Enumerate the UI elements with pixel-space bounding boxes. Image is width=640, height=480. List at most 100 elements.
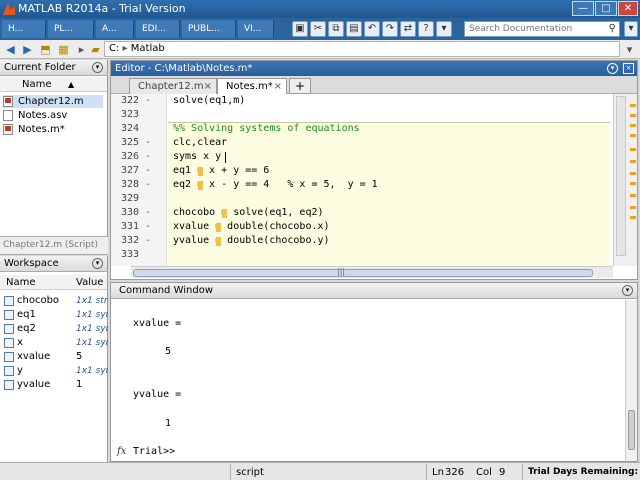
- warning-marker[interactable]: [630, 194, 636, 197]
- warning-marker[interactable]: [630, 148, 636, 151]
- workspace-row[interactable]: y 1x1 sym: [0, 364, 108, 378]
- panel-actions-icon[interactable]: ▾: [92, 62, 103, 73]
- warning-marker[interactable]: [630, 124, 636, 127]
- dropdown-icon[interactable]: ▾: [436, 21, 452, 37]
- workspace-row[interactable]: eq1 1x1 sym: [0, 308, 108, 322]
- file-notes-m[interactable]: Notes.m*: [3, 123, 103, 136]
- tab-apps[interactable]: A...: [96, 20, 134, 38]
- tab-home[interactable]: H...: [2, 20, 46, 38]
- path-dropdown-icon[interactable]: ▾: [622, 42, 637, 57]
- close-panel-icon[interactable]: ×: [623, 63, 634, 74]
- panel-actions-icon[interactable]: ▾: [607, 63, 618, 74]
- sort-ascending-icon[interactable]: ▲: [68, 77, 74, 92]
- breakpoint-marker[interactable]: -: [145, 234, 151, 248]
- editor-vertical-scrollbar[interactable]: [613, 94, 637, 266]
- filter-icon[interactable]: ▾: [624, 21, 638, 37]
- details-panel[interactable]: Chapter12.m (Script): [0, 236, 108, 255]
- workspace-row[interactable]: eq2 1x1 sym: [0, 322, 108, 336]
- breakpoint-marker[interactable]: -: [145, 150, 151, 164]
- copy-icon[interactable]: ⧉: [328, 21, 344, 37]
- code-line[interactable]: eq2 = x - y == 4 % x = 5, y = 1: [173, 178, 378, 192]
- tab-notes[interactable]: Notes.m* ×: [217, 78, 287, 94]
- warning-marker[interactable]: [630, 104, 636, 107]
- breakpoint-marker[interactable]: -: [145, 136, 151, 150]
- panel-actions-icon[interactable]: ▾: [622, 285, 633, 296]
- command-window-title: Command Window: [119, 285, 214, 296]
- help-icon[interactable]: ?: [418, 21, 434, 37]
- column-value[interactable]: Value: [76, 275, 103, 290]
- warning-marker[interactable]: [630, 172, 636, 175]
- tab-chapter12[interactable]: Chapter12.m ×: [129, 78, 217, 94]
- code-line[interactable]: xvalue = double(chocobo.x): [173, 220, 330, 234]
- status-col-number: 9: [499, 467, 506, 478]
- current-folder-column-header[interactable]: Name ▲: [0, 77, 107, 92]
- new-tab-button[interactable]: +: [289, 78, 311, 94]
- paste-icon[interactable]: ▤: [346, 21, 362, 37]
- scroll-track[interactable]: [616, 96, 626, 256]
- current-path-field[interactable]: C: ▸ Matlab: [104, 41, 620, 57]
- line-number: 332: [120, 235, 139, 246]
- editor-horizontal-scrollbar[interactable]: |||: [131, 266, 613, 278]
- column-name[interactable]: Name: [22, 77, 52, 92]
- breakpoint-marker[interactable]: -: [145, 220, 151, 234]
- workspace-row[interactable]: xvalue 5: [0, 350, 108, 364]
- code-line[interactable]: yvalue = double(chocobo.y): [173, 234, 330, 248]
- panel-actions-icon[interactable]: ▾: [92, 258, 103, 269]
- warning-marker[interactable]: [630, 206, 636, 209]
- forward-arrow-icon[interactable]: ▶: [20, 42, 35, 57]
- function-browser-icon[interactable]: fx: [117, 445, 126, 459]
- maximize-button[interactable]: □: [595, 1, 617, 16]
- breakpoint-marker[interactable]: -: [145, 94, 151, 108]
- switch-windows-icon[interactable]: ⇄: [400, 21, 416, 37]
- m-file-icon: [3, 96, 13, 107]
- warning-underline-marker: [216, 237, 221, 246]
- code-line[interactable]: chocobo = solve(eq1, eq2): [173, 206, 324, 220]
- back-arrow-icon[interactable]: ◀: [3, 42, 18, 57]
- path-arrow-icon[interactable]: ▸: [74, 42, 89, 57]
- command-prompt[interactable]: Trial>>: [133, 445, 175, 459]
- tab-view[interactable]: VI...: [238, 20, 274, 38]
- file-notes-asv[interactable]: Notes.asv: [3, 109, 103, 122]
- undo-icon[interactable]: ↶: [364, 21, 380, 37]
- file-chapter12[interactable]: Chapter12.m: [3, 95, 103, 108]
- workspace-row[interactable]: chocobo 1x1 struct: [0, 294, 108, 308]
- redo-icon[interactable]: ↷: [382, 21, 398, 37]
- code-line[interactable]: syms x y: [173, 150, 221, 164]
- code-line[interactable]: solve(eq1,m): [173, 94, 245, 108]
- breakpoint-marker[interactable]: -: [145, 164, 151, 178]
- breakpoint-marker[interactable]: -: [145, 206, 151, 220]
- warning-marker[interactable]: [630, 216, 636, 219]
- warning-marker[interactable]: [630, 182, 636, 185]
- browse-folder-icon[interactable]: ▦: [56, 42, 71, 57]
- current-folder-title: Current Folder: [4, 62, 76, 73]
- save-icon[interactable]: ▣: [292, 21, 308, 37]
- warning-underline-marker: [198, 181, 203, 190]
- details-text: Chapter12.m (Script): [3, 240, 99, 250]
- warning-marker[interactable]: [630, 134, 636, 137]
- code-line[interactable]: eq1 = x + y == 6: [173, 164, 269, 178]
- workspace-column-header[interactable]: Name Value: [0, 275, 107, 290]
- workspace-row[interactable]: x 1x1 sym: [0, 336, 108, 350]
- tab-editor[interactable]: EDI...: [136, 20, 180, 38]
- search-documentation-input[interactable]: Search Documentation ⚲: [464, 21, 620, 37]
- matlab-logo-icon: [3, 3, 15, 15]
- tab-plots[interactable]: PL...: [48, 20, 94, 38]
- warning-marker[interactable]: [630, 160, 636, 163]
- minimize-button[interactable]: —: [572, 1, 594, 16]
- breakpoint-marker[interactable]: -: [145, 178, 151, 192]
- close-tab-icon[interactable]: ×: [274, 79, 282, 94]
- warning-marker[interactable]: [630, 114, 636, 117]
- code-line[interactable]: clc,clear: [173, 136, 227, 150]
- column-name[interactable]: Name: [6, 275, 36, 290]
- search-icon[interactable]: ⚲: [609, 22, 616, 36]
- folder-up-icon[interactable]: ⬒: [38, 42, 53, 57]
- command-window-scrollbar[interactable]: [625, 300, 637, 461]
- workspace-row[interactable]: yvalue 1: [0, 378, 108, 392]
- close-button[interactable]: ✕: [618, 1, 638, 16]
- cut-icon[interactable]: ✂: [310, 21, 326, 37]
- close-tab-icon[interactable]: ×: [204, 79, 212, 94]
- scroll-thumb[interactable]: [628, 410, 635, 450]
- tab-publish[interactable]: PUBL...: [182, 20, 236, 38]
- code-line-comment[interactable]: %% Solving systems of equations: [173, 122, 360, 136]
- scroll-thumb[interactable]: [133, 269, 593, 277]
